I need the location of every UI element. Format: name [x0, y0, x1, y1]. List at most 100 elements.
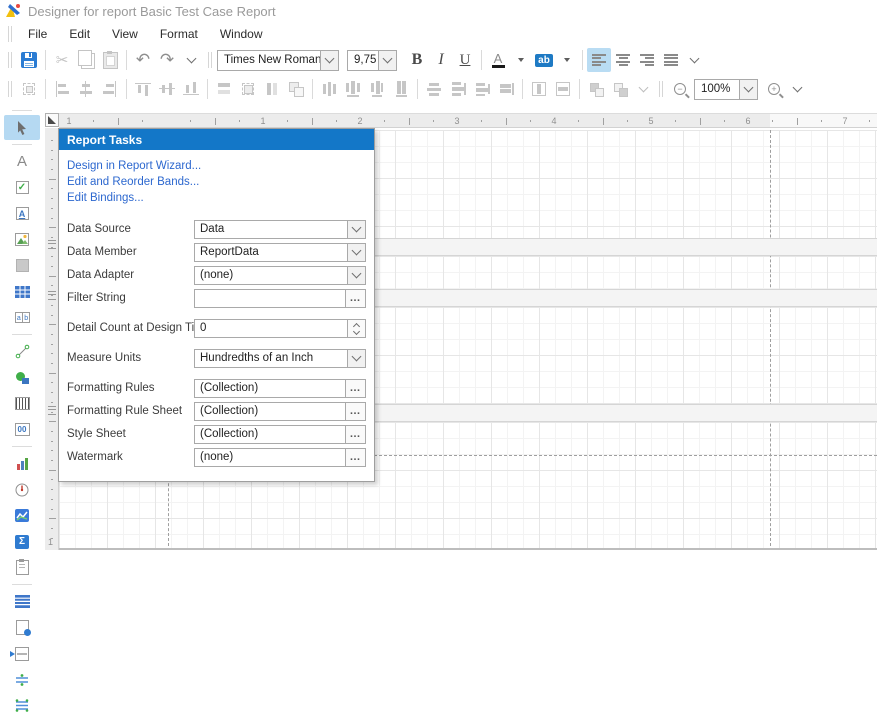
report-tasks-link-2[interactable]: Edit Bindings...: [67, 190, 374, 206]
align-tops-button[interactable]: [131, 77, 155, 101]
rich-text-tool[interactable]: A: [4, 201, 40, 226]
underline-button[interactable]: U: [453, 48, 477, 72]
equal-vertical-spacing-button[interactable]: [422, 77, 446, 101]
size-to-grid-button[interactable]: [236, 77, 260, 101]
font-name-combo[interactable]: Times New Roman: [217, 50, 339, 71]
center-horizontally-button[interactable]: [527, 77, 551, 101]
field-spin-editor[interactable]: 0: [194, 319, 366, 338]
format-overflow-button[interactable]: [683, 49, 705, 71]
make-same-size-button[interactable]: [284, 77, 308, 101]
align-to-grid-button[interactable]: [17, 77, 41, 101]
align-bottoms-button[interactable]: [179, 77, 203, 101]
align-text-right-button[interactable]: [635, 48, 659, 72]
cross-band-box-tool[interactable]: [4, 693, 40, 718]
zoom-in-button[interactable]: +: [762, 77, 786, 101]
font-color-button[interactable]: A: [486, 48, 510, 72]
field-editor[interactable]: …: [194, 289, 366, 308]
ellipsis-button[interactable]: …: [345, 380, 365, 397]
field-combo[interactable]: Hundredths of an Inch: [194, 349, 366, 368]
menu-format[interactable]: Format: [149, 24, 209, 44]
report-smart-tag-button[interactable]: [45, 113, 59, 127]
combo-drop-button[interactable]: [347, 244, 365, 261]
increase-vertical-spacing-button[interactable]: [446, 77, 470, 101]
ellipsis-button[interactable]: …: [345, 403, 365, 420]
toolbar-grip[interactable]: [8, 26, 12, 42]
pivot-grid-tool[interactable]: Σ: [4, 529, 40, 554]
increase-horizontal-spacing-button[interactable]: [341, 77, 365, 101]
checkbox-tool[interactable]: ✓: [4, 175, 40, 200]
align-rights-button[interactable]: [98, 77, 122, 101]
make-same-height-button[interactable]: [260, 77, 284, 101]
field-editor[interactable]: (Collection)…: [194, 425, 366, 444]
ellipsis-button[interactable]: …: [345, 290, 365, 307]
undo-overflow-button[interactable]: [179, 48, 203, 72]
toolbar-grip[interactable]: [659, 81, 663, 97]
center-vertically-button[interactable]: [551, 77, 575, 101]
field-editor[interactable]: (Collection)…: [194, 379, 366, 398]
clipboard-content-tool[interactable]: [4, 555, 40, 580]
equal-horizontal-spacing-button[interactable]: [317, 77, 341, 101]
picture-box-tool[interactable]: [4, 227, 40, 252]
justify-text-button[interactable]: [659, 48, 683, 72]
shape-tool[interactable]: [4, 365, 40, 390]
sparkline-tool[interactable]: [4, 503, 40, 528]
ellipsis-button[interactable]: …: [345, 449, 365, 466]
ellipsis-button[interactable]: …: [345, 426, 365, 443]
toolbar-grip[interactable]: [8, 81, 12, 97]
bold-button[interactable]: B: [405, 48, 429, 72]
zoom-drop-button[interactable]: [739, 80, 757, 99]
table-tool[interactable]: [4, 279, 40, 304]
align-text-center-button[interactable]: [611, 48, 635, 72]
field-editor[interactable]: (Collection)…: [194, 402, 366, 421]
page-info-tool[interactable]: 00: [4, 417, 40, 442]
font-color-drop-button[interactable]: [510, 49, 532, 71]
menu-view[interactable]: View: [101, 24, 149, 44]
combo-drop-button[interactable]: [347, 221, 365, 238]
field-combo[interactable]: Data: [194, 220, 366, 239]
panel-tool[interactable]: [4, 253, 40, 278]
field-combo[interactable]: (none): [194, 266, 366, 285]
font-size-drop-button[interactable]: [378, 51, 396, 70]
send-to-back-button[interactable]: [608, 77, 632, 101]
combo-drop-button[interactable]: [347, 350, 365, 367]
field-combo[interactable]: ReportData: [194, 243, 366, 262]
field-editor[interactable]: (none)…: [194, 448, 366, 467]
align-lefts-button[interactable]: [50, 77, 74, 101]
remove-vertical-spacing-button[interactable]: [494, 77, 518, 101]
align-middles-button[interactable]: [155, 77, 179, 101]
character-comb-tool[interactable]: ab: [4, 305, 40, 330]
redo-button[interactable]: ↷: [155, 48, 179, 72]
bring-to-front-button[interactable]: [584, 77, 608, 101]
table-of-contents-tool[interactable]: [4, 589, 40, 614]
menu-edit[interactable]: Edit: [58, 24, 101, 44]
make-same-width-button[interactable]: [212, 77, 236, 101]
highlight-drop-button[interactable]: [556, 49, 578, 71]
line-tool[interactable]: [4, 339, 40, 364]
undo-button[interactable]: ↶: [131, 48, 155, 72]
font-name-drop-button[interactable]: [320, 51, 338, 70]
decrease-vertical-spacing-button[interactable]: [470, 77, 494, 101]
menu-window[interactable]: Window: [209, 24, 274, 44]
toolbar-grip[interactable]: [8, 52, 12, 68]
band-splitter-handle[interactable]: [48, 406, 56, 415]
zoom-out-button[interactable]: −: [668, 77, 692, 101]
italic-button[interactable]: I: [429, 48, 453, 72]
menu-file[interactable]: File: [17, 24, 58, 44]
font-size-combo[interactable]: 9,75: [347, 50, 397, 71]
paste-button[interactable]: [98, 48, 122, 72]
gauge-tool[interactable]: [4, 477, 40, 502]
report-tasks-link-1[interactable]: Edit and Reorder Bands...: [67, 174, 374, 190]
highlight-button[interactable]: ab: [532, 48, 556, 72]
toolbar-grip[interactable]: [208, 52, 212, 68]
zoom-combo[interactable]: 100%: [694, 79, 758, 100]
cross-band-line-tool[interactable]: [4, 667, 40, 692]
save-button[interactable]: [17, 48, 41, 72]
report-tasks-link-0[interactable]: Design in Report Wizard...: [67, 158, 374, 174]
align-text-left-button[interactable]: [587, 48, 611, 72]
combo-drop-button[interactable]: [347, 267, 365, 284]
barcode-tool[interactable]: [4, 391, 40, 416]
chart-tool[interactable]: [4, 451, 40, 476]
remove-horizontal-spacing-button[interactable]: [389, 77, 413, 101]
align-centers-button[interactable]: [74, 77, 98, 101]
decrease-horizontal-spacing-button[interactable]: [365, 77, 389, 101]
